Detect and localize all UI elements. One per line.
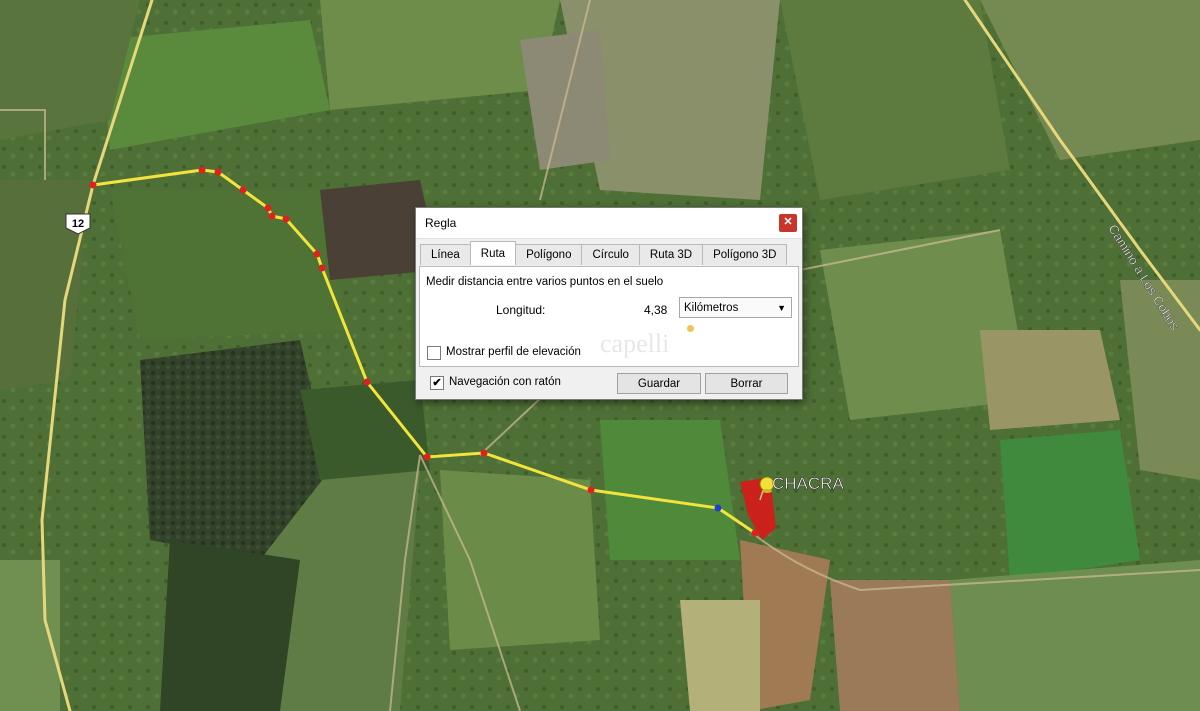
- length-value: 4,38: [644, 303, 668, 317]
- show-elevation-label[interactable]: Mostrar perfil de elevación: [446, 346, 581, 358]
- dialog-title: Regla: [425, 216, 457, 230]
- mouse-navigation-label[interactable]: Navegación con ratón: [449, 376, 561, 388]
- length-label: Longitud:: [496, 303, 546, 317]
- route-point-selected[interactable]: [714, 504, 722, 512]
- tab-poligono-3d[interactable]: Polígono 3D: [702, 244, 788, 265]
- road-shield-number: 12: [72, 218, 84, 230]
- tab-linea[interactable]: Línea: [420, 244, 471, 265]
- unit-select[interactable]: Kilómetros ▼: [679, 297, 792, 318]
- route-point[interactable]: [268, 212, 276, 220]
- route-point[interactable]: [587, 486, 595, 494]
- tab-panel: Medir distancia entre varios puntos en e…: [419, 266, 799, 367]
- measure-description: Medir distancia entre varios puntos en e…: [426, 276, 664, 288]
- route-point[interactable]: [318, 264, 326, 272]
- route-point[interactable]: [423, 453, 431, 461]
- route-point[interactable]: [480, 449, 488, 457]
- route-point[interactable]: [214, 168, 222, 176]
- route-point[interactable]: [239, 186, 247, 194]
- chevron-down-icon: ▼: [777, 303, 786, 313]
- watermark: capelli: [600, 329, 670, 358]
- route-point[interactable]: [198, 166, 206, 174]
- tab-strip: Línea Ruta Polígono Círculo Ruta 3D Polí…: [420, 241, 788, 266]
- route-point[interactable]: [264, 204, 272, 212]
- dialog-titlebar[interactable]: Regla ✕: [416, 208, 802, 239]
- route-point[interactable]: [89, 181, 97, 189]
- tab-circulo[interactable]: Círculo: [581, 244, 640, 265]
- tab-ruta[interactable]: Ruta: [469, 241, 517, 265]
- tab-poligono[interactable]: Polígono: [515, 244, 583, 265]
- placemark-label[interactable]: CHACRA: [772, 474, 845, 494]
- loading-dot-icon: [687, 325, 694, 332]
- tab-ruta-3d[interactable]: Ruta 3D: [638, 244, 704, 265]
- clear-button[interactable]: Borrar: [705, 373, 788, 394]
- unit-select-value: Kilómetros: [684, 302, 739, 314]
- route-point[interactable]: [313, 250, 321, 258]
- route-point[interactable]: [363, 378, 371, 386]
- mouse-navigation-checkbox[interactable]: ✔: [430, 376, 444, 390]
- save-button[interactable]: Guardar: [617, 373, 701, 394]
- route-point[interactable]: [282, 215, 290, 223]
- ruler-dialog: Regla ✕ Línea Ruta Polígono Círculo Ruta…: [415, 207, 803, 400]
- close-button[interactable]: ✕: [779, 214, 797, 232]
- show-elevation-checkbox[interactable]: [427, 346, 441, 360]
- close-icon: ✕: [783, 216, 793, 228]
